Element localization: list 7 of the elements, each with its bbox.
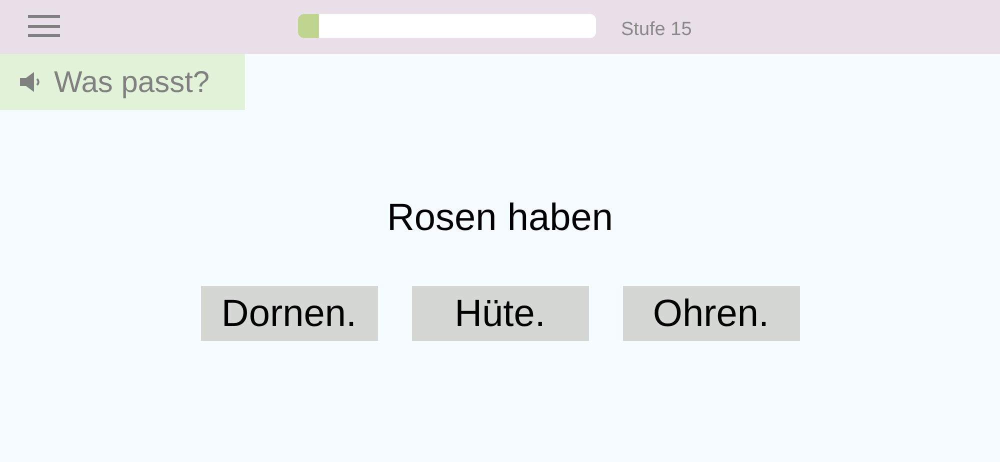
prompt-label: Was passt? (54, 64, 210, 100)
answer-button[interactable]: Hüte. (412, 286, 588, 341)
answer-button[interactable]: Ohren. (622, 286, 800, 341)
answer-button[interactable]: Dornen. (200, 286, 378, 341)
menu-icon[interactable] (28, 15, 60, 37)
level-label: Stufe 15 (621, 18, 692, 42)
question-text: Rosen haben (386, 196, 614, 241)
